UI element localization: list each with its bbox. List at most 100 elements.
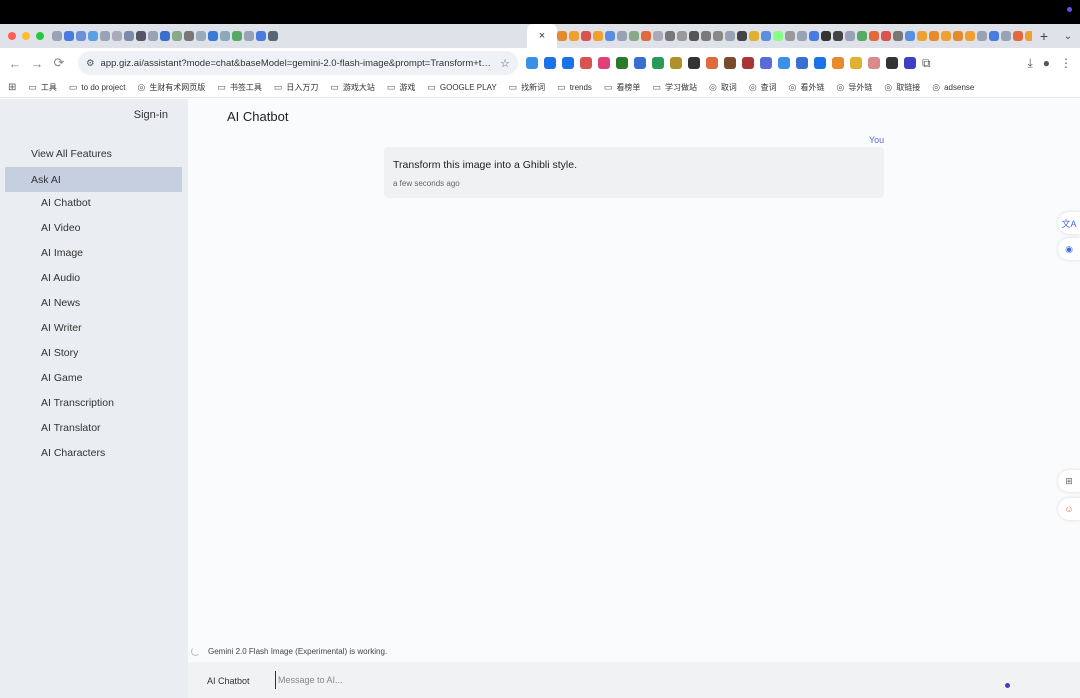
sidebar-item-ai-story[interactable]: AI Story	[41, 347, 78, 359]
tab-favicon-icon[interactable]	[88, 31, 98, 41]
bookmark-item[interactable]: ▭ 工具	[28, 82, 57, 93]
tab-favicon-icon[interactable]	[701, 31, 711, 41]
new-tab-button[interactable]: +	[1032, 28, 1056, 44]
download-icon[interactable]: ⤓	[1027, 56, 1032, 71]
extension-icon[interactable]	[724, 57, 736, 69]
tab-favicon-icon[interactable]	[749, 31, 759, 41]
tab-favicon-icon[interactable]	[989, 31, 999, 41]
tab-favicon-icon[interactable]	[953, 31, 963, 41]
bookmark-item[interactable]: ◎ 看外链	[789, 82, 825, 93]
sidebar-item-ai-audio[interactable]: AI Audio	[41, 272, 80, 284]
extension-icon[interactable]	[598, 57, 610, 69]
tab-favicon-icon[interactable]	[268, 31, 278, 41]
tab-favicon-icon[interactable]	[761, 31, 771, 41]
tab-favicon-icon[interactable]	[617, 31, 627, 41]
tab-favicon-icon[interactable]	[629, 31, 639, 41]
tab-favicon-icon[interactable]	[665, 31, 675, 41]
extensions-puzzle-icon[interactable]: ⧉	[922, 56, 931, 71]
bookmark-item[interactable]: ◎ 查词	[749, 82, 777, 93]
tab-favicon-icon[interactable]	[857, 31, 867, 41]
message-input[interactable]	[275, 671, 975, 689]
tab-favicon-icon[interactable]	[208, 31, 218, 41]
minimize-window-button[interactable]	[22, 32, 30, 40]
active-tab[interactable]: ×	[527, 24, 557, 48]
apps-grid-icon[interactable]: ⊞	[8, 82, 16, 93]
tab-favicon-icon[interactable]	[124, 31, 134, 41]
tab-favicon-icon[interactable]	[148, 31, 158, 41]
tab-favicon-icon[interactable]	[160, 31, 170, 41]
sign-in-link[interactable]: Sign-in	[134, 109, 168, 121]
avatar-widget-icon[interactable]: ☺	[1058, 498, 1080, 520]
tab-favicon-icon[interactable]	[244, 31, 254, 41]
maximize-window-button[interactable]	[36, 32, 44, 40]
tab-favicon-icon[interactable]	[965, 31, 975, 41]
site-info-icon[interactable]: ⚙	[86, 58, 95, 69]
translate-icon[interactable]: 文A	[1058, 212, 1080, 234]
tab-favicon-icon[interactable]	[256, 31, 266, 41]
bookmark-item[interactable]: ▭ 书签工具	[217, 82, 262, 93]
extension-icon[interactable]	[832, 57, 844, 69]
tab-favicon-icon[interactable]	[557, 31, 567, 41]
tab-favicon-icon[interactable]	[593, 31, 603, 41]
bookmark-item[interactable]: ▭ 游戏	[387, 82, 416, 93]
tab-favicon-icon[interactable]	[809, 31, 819, 41]
extension-icon[interactable]	[886, 57, 898, 69]
extension-icon[interactable]	[670, 57, 682, 69]
bookmark-item[interactable]: ▭ 学习做站	[652, 82, 697, 93]
tab-favicon-icon[interactable]	[52, 31, 62, 41]
tab-favicon-icon[interactable]	[1013, 31, 1023, 41]
tab-favicon-icon[interactable]	[845, 31, 855, 41]
bookmark-item[interactable]: ▭ 看榜单	[604, 82, 641, 93]
assistant-widget-icon[interactable]: ◉	[1058, 238, 1080, 260]
extension-icon[interactable]	[688, 57, 700, 69]
tab-favicon-icon[interactable]	[917, 31, 927, 41]
extension-icon[interactable]	[868, 57, 880, 69]
tab-favicon-icon[interactable]	[232, 31, 242, 41]
tab-favicon-icon[interactable]	[136, 31, 146, 41]
apps-widget-icon[interactable]: ⊞	[1058, 470, 1080, 492]
tab-favicon-icon[interactable]	[1025, 31, 1032, 41]
address-bar[interactable]: ⚙ app.giz.ai/assistant?mode=chat&baseMod…	[78, 51, 518, 75]
bookmark-item[interactable]: ▭ to do project	[69, 82, 126, 93]
extension-icon[interactable]	[904, 57, 916, 69]
tab-favicon-icon[interactable]	[905, 31, 915, 41]
sidebar-item-ai-game[interactable]: AI Game	[41, 372, 82, 384]
bookmark-item[interactable]: ▭ GOOGLE PLAY	[427, 82, 496, 93]
view-all-features-link[interactable]: View All Features	[31, 148, 112, 160]
sidebar-item-ask-ai[interactable]: Ask AI	[5, 167, 182, 192]
back-arrow-icon[interactable]: ←	[4, 56, 26, 71]
extension-icon[interactable]	[562, 57, 574, 69]
extension-icon[interactable]	[706, 57, 718, 69]
tab-favicon-icon[interactable]	[713, 31, 723, 41]
bookmark-item[interactable]: ▭ 找新词	[509, 82, 546, 93]
reload-icon[interactable]: ⟳	[48, 55, 70, 71]
tab-close-icon[interactable]: ×	[539, 30, 545, 42]
extension-icon[interactable]	[814, 57, 826, 69]
tab-favicon-icon[interactable]	[929, 31, 939, 41]
extension-icon[interactable]	[778, 57, 790, 69]
extension-icon[interactable]	[580, 57, 592, 69]
sidebar-item-ai-news[interactable]: AI News	[41, 297, 80, 309]
profile-avatar-icon[interactable]: ●	[1043, 56, 1050, 71]
sidebar-item-ai-image[interactable]: AI Image	[41, 247, 83, 259]
bookmark-star-icon[interactable]: ☆	[500, 57, 510, 70]
tab-favicon-icon[interactable]	[184, 31, 194, 41]
extension-icon[interactable]	[616, 57, 628, 69]
tab-favicon-icon[interactable]	[797, 31, 807, 41]
tab-favicon-icon[interactable]	[941, 31, 951, 41]
bookmark-item[interactable]: ◎ 生财有术网页版	[137, 82, 205, 93]
extension-icon[interactable]	[850, 57, 862, 69]
tab-favicon-icon[interactable]	[172, 31, 182, 41]
tab-favicon-icon[interactable]	[785, 31, 795, 41]
tab-favicon-icon[interactable]	[100, 31, 110, 41]
forward-arrow-icon[interactable]: →	[26, 56, 48, 71]
tab-favicon-icon[interactable]	[76, 31, 86, 41]
tab-favicon-icon[interactable]	[833, 31, 843, 41]
bookmark-item[interactable]: ▭ trends	[557, 82, 592, 93]
tab-favicon-icon[interactable]	[605, 31, 615, 41]
tab-favicon-icon[interactable]	[653, 31, 663, 41]
extension-icon[interactable]	[544, 57, 556, 69]
extension-icon[interactable]	[652, 57, 664, 69]
extension-icon[interactable]	[760, 57, 772, 69]
tab-favicon-icon[interactable]	[581, 31, 591, 41]
